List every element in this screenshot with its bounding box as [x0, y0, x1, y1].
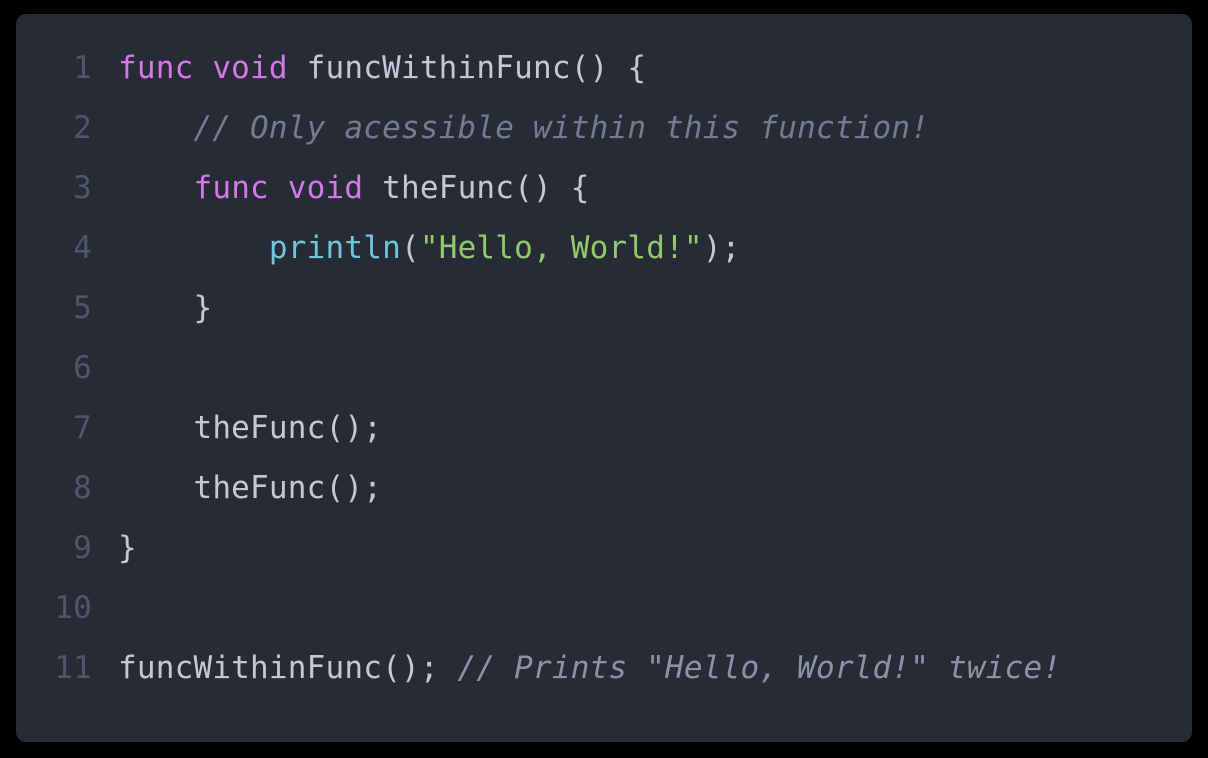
code-token: func void — [193, 170, 383, 206]
line-content[interactable]: funcWithinFunc(); // Prints "Hello, Worl… — [92, 638, 1192, 698]
line-content[interactable] — [92, 338, 1192, 398]
code-token: func void — [118, 50, 307, 86]
code-snippet-card: 1 func void funcWithinFunc() {2 // Only a… — [16, 14, 1192, 742]
line-content[interactable]: func void funcWithinFunc() { — [92, 38, 1192, 98]
code-token: ); — [702, 230, 741, 266]
code-line[interactable]: 7 theFunc(); — [16, 398, 1192, 458]
code-line[interactable]: 9} — [16, 518, 1192, 578]
code-token: funcWithinFunc(); — [118, 650, 458, 686]
code-line[interactable]: 10 — [16, 578, 1192, 638]
line-number: 10 — [54, 590, 92, 626]
code-line[interactable]: 3 func void theFunc() { — [16, 158, 1192, 218]
line-content[interactable] — [92, 578, 1192, 638]
code-token: println — [268, 230, 401, 266]
line-content[interactable]: theFunc(); — [92, 398, 1192, 458]
line-number: 6 — [73, 350, 92, 386]
line-number: 2 — [73, 110, 92, 146]
code-token: } — [118, 290, 213, 326]
line-number: 4 — [73, 230, 92, 266]
code-line[interactable]: 6 — [16, 338, 1192, 398]
line-number: 9 — [73, 530, 92, 566]
code-line[interactable]: 4 println("Hello, World!"); — [16, 218, 1192, 278]
line-number: 3 — [73, 170, 92, 206]
code-line[interactable]: 5 } — [16, 278, 1192, 338]
line-content[interactable]: } — [92, 518, 1192, 578]
code-token: theFunc(); — [118, 470, 383, 506]
code-token: // Only acessible within this function! — [193, 110, 930, 146]
code-token: theFunc() { — [382, 170, 590, 206]
code-token: // Prints "Hello, World!" twice! — [457, 650, 1062, 686]
line-number: 8 — [73, 470, 92, 506]
line-content[interactable]: func void theFunc() { — [92, 158, 1192, 218]
code-line[interactable]: 8 theFunc(); — [16, 458, 1192, 518]
line-number: 1 — [73, 50, 92, 86]
line-content[interactable]: } — [92, 278, 1192, 338]
line-number: 11 — [54, 650, 92, 686]
line-content[interactable]: // Only acessible within this function! — [92, 98, 1192, 158]
line-number: 7 — [73, 410, 92, 446]
code-token: funcWithinFunc() { — [306, 50, 647, 86]
code-line[interactable]: 1 func void funcWithinFunc() { — [16, 38, 1192, 98]
code-token: ( — [400, 230, 420, 266]
code-block[interactable]: 1 func void funcWithinFunc() {2 // Only a… — [16, 38, 1192, 698]
code-line[interactable]: 2 // Only acessible within this function… — [16, 98, 1192, 158]
code-token: } — [118, 530, 137, 566]
line-number: 5 — [73, 290, 92, 326]
line-content[interactable]: theFunc(); — [92, 458, 1192, 518]
line-content[interactable]: println("Hello, World!"); — [92, 218, 1192, 278]
code-line[interactable]: 11 funcWithinFunc(); // Prints "Hello, Wo… — [16, 638, 1192, 698]
code-token: theFunc(); — [118, 410, 383, 446]
code-token: "Hello, World!" — [419, 230, 703, 266]
